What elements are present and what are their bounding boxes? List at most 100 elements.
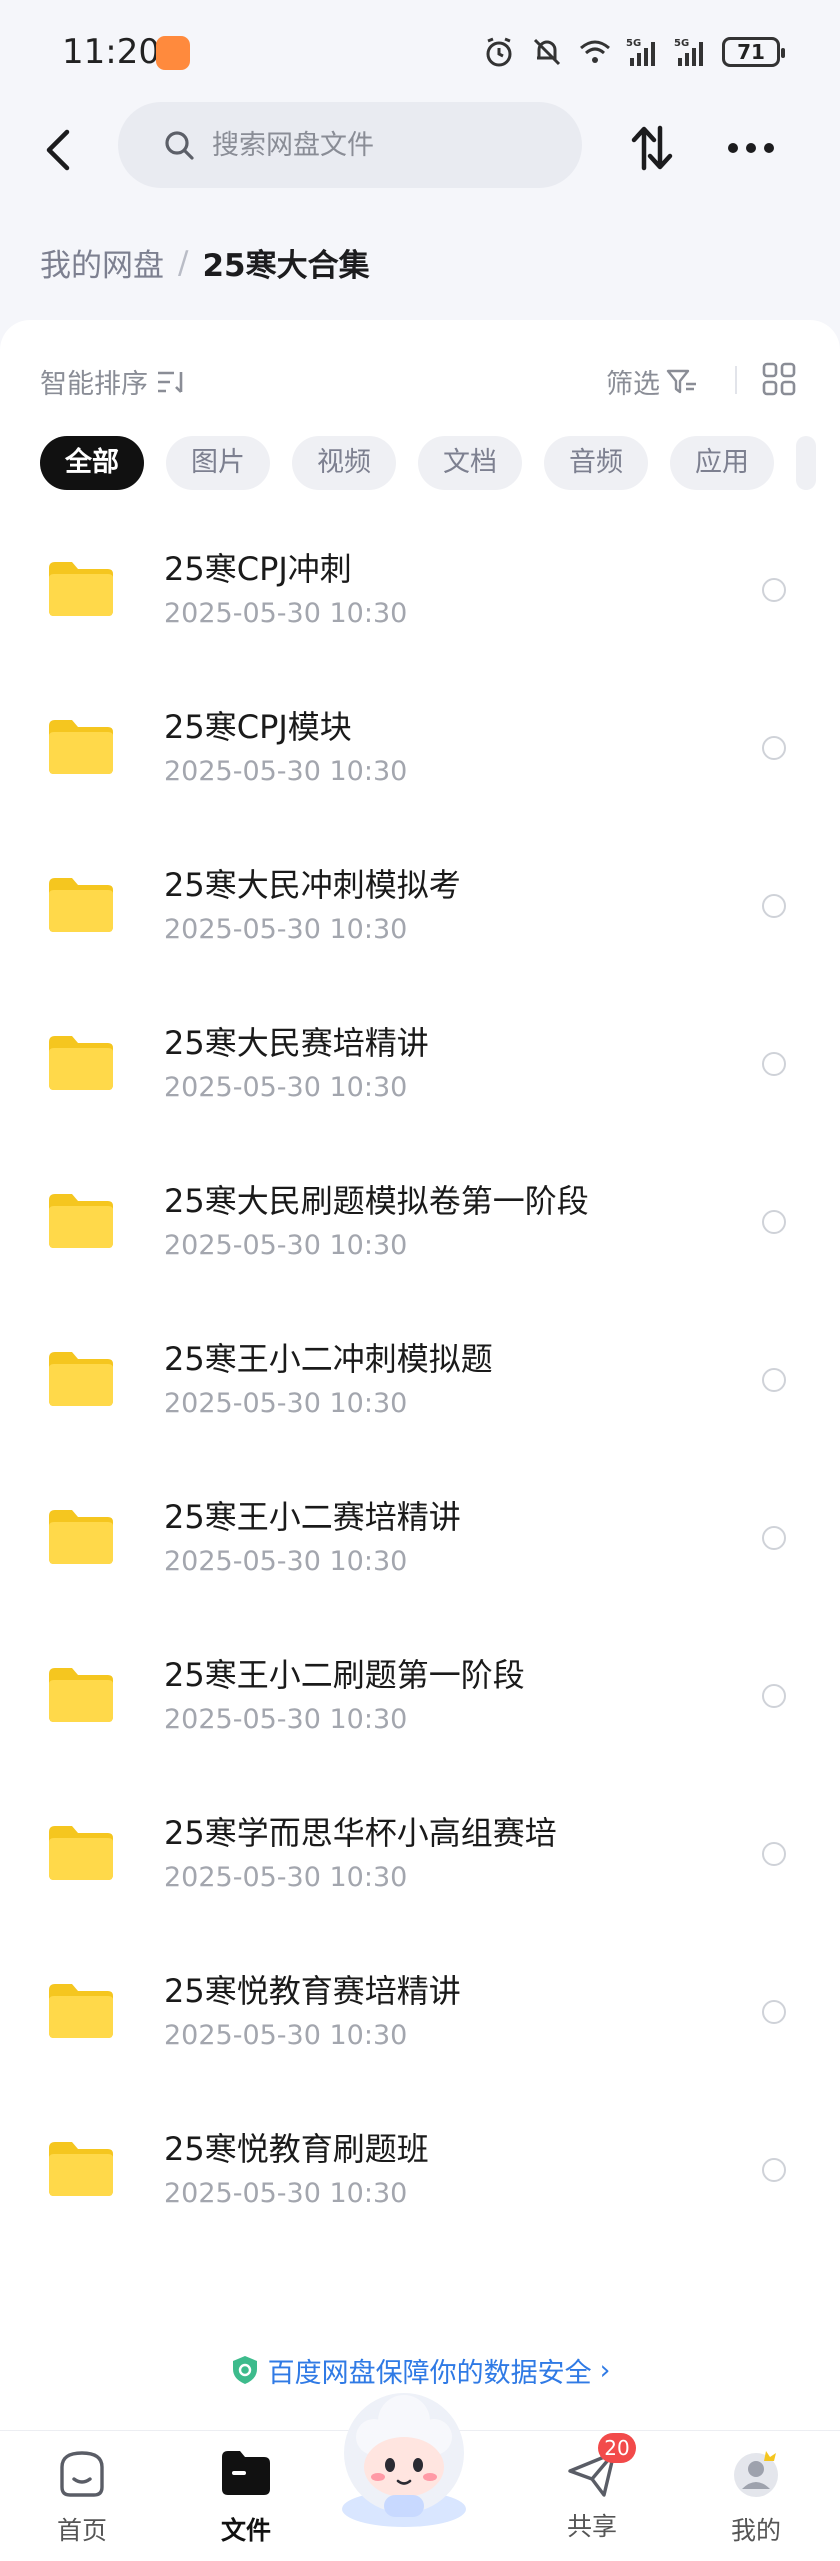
more-dots-icon xyxy=(728,143,774,153)
status-icons: 5G 5G 71 xyxy=(482,34,785,70)
file-name: 25寒王小二刷题第一阶段 xyxy=(164,1656,525,1694)
file-date: 2025-05-30 10:30 xyxy=(164,1072,408,1103)
list-item[interactable]: 25寒王小二刷题第一阶段 2025-05-30 10:30 xyxy=(0,1626,840,1784)
tab-more-partial[interactable] xyxy=(796,436,816,490)
folder-icon xyxy=(49,1036,113,1090)
header xyxy=(0,100,840,230)
list-item[interactable]: 25寒大民赛培精讲 2025-05-30 10:30 xyxy=(0,994,840,1152)
avatar-icon xyxy=(734,2451,778,2497)
nav-files[interactable]: 文件 xyxy=(196,2445,296,2547)
list-item[interactable]: 25寒悦教育刷题班 2025-05-30 10:30 xyxy=(0,2100,840,2258)
tab-images[interactable]: 图片 xyxy=(166,436,270,490)
battery-indicator: 71 xyxy=(722,37,785,67)
breadcrumb-root[interactable]: 我的网盘 xyxy=(40,240,164,285)
nav-share[interactable]: 20 共享 xyxy=(542,2433,642,2543)
search-input[interactable] xyxy=(210,128,544,162)
mute-icon xyxy=(533,38,561,66)
file-list: 25寒CPJ冲刺 2025-05-30 10:30 25寒CPJ模块 2025-… xyxy=(0,520,840,2258)
file-date: 2025-05-30 10:30 xyxy=(164,1546,408,1577)
tab-audio[interactable]: 音频 xyxy=(544,436,648,490)
file-date: 2025-05-30 10:30 xyxy=(164,1388,408,1419)
list-item[interactable]: 25寒CPJ冲刺 2025-05-30 10:30 xyxy=(0,520,840,678)
file-date: 2025-05-30 10:30 xyxy=(164,756,408,787)
grid-view-icon[interactable] xyxy=(762,362,796,396)
bottom-nav: 首页 文件 20 共享 我的 xyxy=(0,2393,840,2561)
select-checkbox[interactable] xyxy=(762,894,786,918)
file-name: 25寒大民冲刺模拟考 xyxy=(164,866,461,904)
signal-5g-icon: 5G xyxy=(674,38,703,66)
filter-button[interactable]: 筛选 xyxy=(606,362,698,401)
chevron-left-icon xyxy=(46,129,70,171)
select-checkbox[interactable] xyxy=(762,1842,786,1866)
filter-funnel-icon xyxy=(666,369,696,393)
nav-mine[interactable]: 我的 xyxy=(706,2445,806,2547)
sort-lines-icon xyxy=(158,371,183,393)
smart-sort-button[interactable]: 智能排序 xyxy=(40,362,188,401)
folder-icon xyxy=(49,1826,113,1880)
tab-apps[interactable]: 应用 xyxy=(670,436,774,490)
select-checkbox[interactable] xyxy=(762,1368,786,1392)
file-date: 2025-05-30 10:30 xyxy=(164,1862,408,1893)
transfer-arrows-icon xyxy=(631,125,673,171)
file-name: 25寒王小二冲刺模拟题 xyxy=(164,1340,493,1378)
list-item[interactable]: 25寒王小二冲刺模拟题 2025-05-30 10:30 xyxy=(0,1310,840,1468)
list-item[interactable]: 25寒王小二赛培精讲 2025-05-30 10:30 xyxy=(0,1468,840,1626)
app-notification-icon xyxy=(156,36,190,70)
folder-icon xyxy=(49,562,113,616)
chevron-right-icon: › xyxy=(599,2354,611,2386)
battery-level: 71 xyxy=(737,40,765,64)
breadcrumb-separator: / xyxy=(178,244,189,281)
select-checkbox[interactable] xyxy=(762,736,786,760)
share-badge: 20 xyxy=(598,2433,636,2463)
filter-label: 筛选 xyxy=(606,369,660,400)
back-button[interactable] xyxy=(28,120,88,180)
tab-videos[interactable]: 视频 xyxy=(292,436,396,490)
tab-documents[interactable]: 文档 xyxy=(418,436,522,490)
folder-icon xyxy=(49,2142,113,2196)
folder-icon xyxy=(49,1668,113,1722)
folder-icon xyxy=(49,1510,113,1564)
tab-all[interactable]: 全部 xyxy=(40,436,144,490)
breadcrumb: 我的网盘 / 25寒大合集 xyxy=(40,240,370,285)
file-name: 25寒王小二赛培精讲 xyxy=(164,1498,461,1536)
breadcrumb-current: 25寒大合集 xyxy=(202,248,370,284)
toolbar-divider xyxy=(735,366,737,394)
list-item[interactable]: 25寒大民冲刺模拟考 2025-05-30 10:30 xyxy=(0,836,840,994)
select-checkbox[interactable] xyxy=(762,2000,786,2024)
list-item[interactable]: 25寒悦教育赛培精讲 2025-05-30 10:30 xyxy=(0,1942,840,2100)
nav-mine-label: 我的 xyxy=(730,2516,781,2545)
folder-icon xyxy=(49,720,113,774)
transfer-button[interactable] xyxy=(624,120,680,176)
file-name: 25寒大民赛培精讲 xyxy=(164,1024,429,1062)
share-icon-wrap: 20 xyxy=(564,2433,636,2501)
list-item[interactable]: 25寒CPJ模块 2025-05-30 10:30 xyxy=(0,678,840,836)
nav-files-label: 文件 xyxy=(220,2516,271,2545)
list-item[interactable]: 25寒大民刷题模拟卷第一阶段 2025-05-30 10:30 xyxy=(0,1152,840,1310)
search-box[interactable] xyxy=(118,102,582,188)
nav-share-label: 共享 xyxy=(566,2512,617,2541)
status-time: 11:20 xyxy=(62,32,160,72)
select-checkbox[interactable] xyxy=(762,578,786,602)
shield-icon xyxy=(232,2356,257,2384)
mascot-assistant-icon[interactable] xyxy=(330,2381,478,2531)
folder-icon xyxy=(49,1984,113,2038)
smart-sort-label: 智能排序 xyxy=(40,369,148,400)
select-checkbox[interactable] xyxy=(762,1684,786,1708)
nav-home[interactable]: 首页 xyxy=(32,2445,132,2547)
file-name: 25寒大民刷题模拟卷第一阶段 xyxy=(164,1182,589,1220)
file-date: 2025-05-30 10:30 xyxy=(164,2020,408,2051)
more-button[interactable] xyxy=(718,120,784,176)
select-checkbox[interactable] xyxy=(762,1052,786,1076)
status-bar: 11:20 5G 5G 71 xyxy=(0,0,840,100)
file-date: 2025-05-30 10:30 xyxy=(164,914,408,945)
select-checkbox[interactable] xyxy=(762,2158,786,2182)
alarm-icon xyxy=(486,37,512,67)
svg-text:5G: 5G xyxy=(626,38,641,49)
select-checkbox[interactable] xyxy=(762,1210,786,1234)
list-item[interactable]: 25寒学而思华杯小高组赛培 2025-05-30 10:30 xyxy=(0,1784,840,1942)
list-toolbar: 智能排序 筛选 xyxy=(0,320,840,410)
file-panel: 智能排序 筛选 全部 图片 视频 文档 音频 应用 25寒CPJ冲刺 2025-… xyxy=(0,320,840,2430)
folder-icon xyxy=(49,878,113,932)
select-checkbox[interactable] xyxy=(762,1526,786,1550)
file-name: 25寒悦教育刷题班 xyxy=(164,2130,429,2168)
